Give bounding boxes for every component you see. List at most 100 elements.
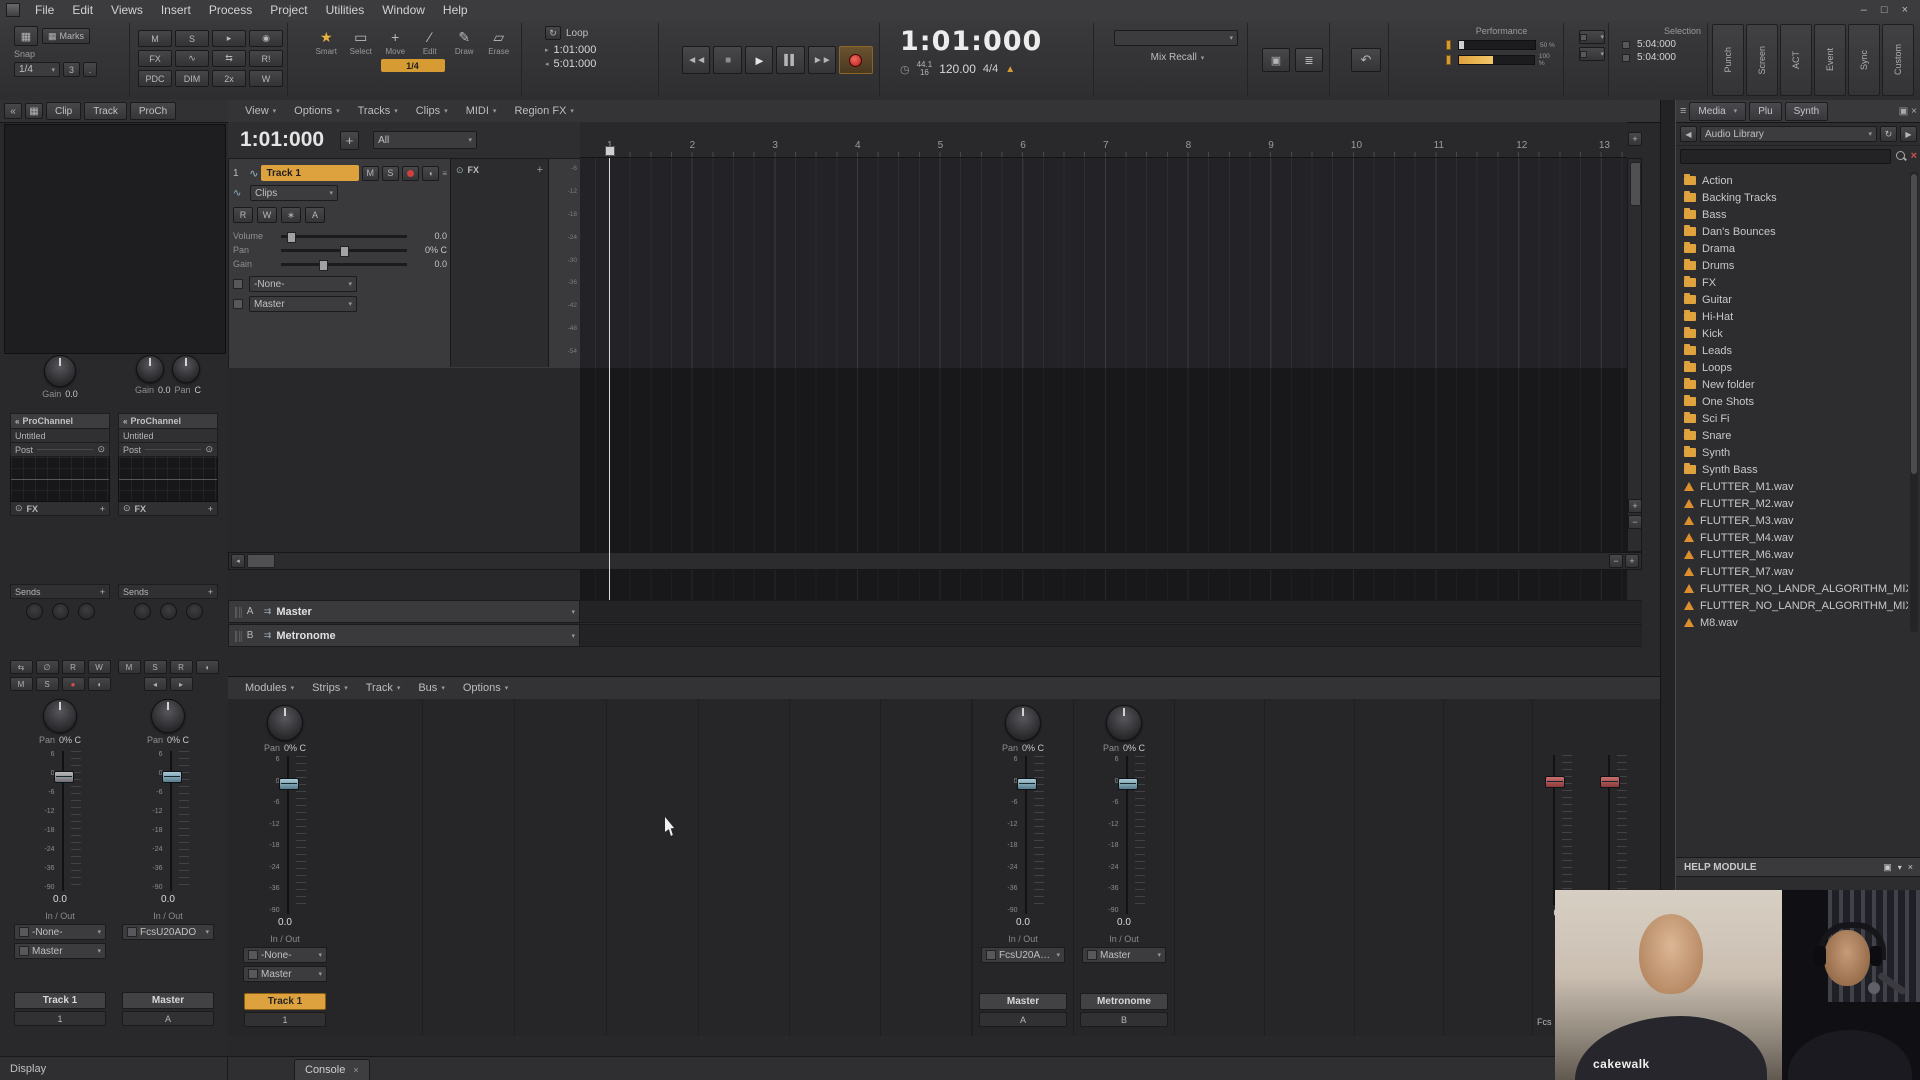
- add-fx-icon[interactable]: +: [100, 504, 105, 514]
- tool-button[interactable]: ∕ Edit: [414, 26, 447, 56]
- strip-button[interactable]: R: [62, 660, 85, 674]
- refresh-icon[interactable]: ↻: [1880, 126, 1897, 142]
- volume-fader[interactable]: [166, 751, 176, 891]
- power-icon[interactable]: ⊙: [15, 503, 23, 514]
- trackview-menu[interactable]: View▾: [236, 100, 285, 122]
- audio-file-item[interactable]: FLUTTER_M7.wav: [1676, 563, 1908, 580]
- tab-synth[interactable]: Synth: [1785, 102, 1829, 121]
- mix-module-button[interactable]: ⇆: [212, 50, 246, 67]
- folder-item[interactable]: Hi-Hat: [1676, 308, 1908, 325]
- bus-drag-handle[interactable]: ║║: [233, 631, 242, 641]
- folder-item[interactable]: One Shots: [1676, 393, 1908, 410]
- add-send-icon[interactable]: +: [208, 587, 213, 597]
- scroll-left-icon[interactable]: ◂: [231, 554, 245, 568]
- send-knob[interactable]: [52, 603, 69, 620]
- volume-fader[interactable]: [58, 751, 68, 891]
- mix-module-button[interactable]: DIM: [175, 70, 209, 87]
- mix-module-button[interactable]: R!: [249, 50, 283, 67]
- search-input[interactable]: [1680, 149, 1891, 164]
- folder-item[interactable]: Synth: [1676, 444, 1908, 461]
- trackview-menu[interactable]: Clips▾: [407, 100, 457, 122]
- pan-knob[interactable]: [151, 699, 185, 733]
- folder-item[interactable]: Loops: [1676, 359, 1908, 376]
- window-control-button[interactable]: –: [1861, 4, 1867, 16]
- close-browser-icon[interactable]: ×: [1911, 106, 1917, 117]
- pan-knob[interactable]: [43, 699, 77, 733]
- ruler-add-icon[interactable]: +: [1628, 132, 1642, 146]
- zoom-in-icon[interactable]: +: [1625, 554, 1639, 568]
- prochannel-header[interactable]: «ProChannel: [10, 413, 110, 429]
- sends-row[interactable]: Sends+: [118, 584, 218, 599]
- pause-button[interactable]: ▌▌: [776, 46, 804, 74]
- loop-end-icon[interactable]: ◂: [545, 60, 549, 68]
- audio-file-item[interactable]: FLUTTER_M1.wav: [1676, 478, 1908, 495]
- trackview-menu[interactable]: Tracks▾: [349, 100, 407, 122]
- strip-button[interactable]: ◂: [144, 677, 167, 691]
- add-track-button[interactable]: +: [340, 131, 359, 150]
- folder-item[interactable]: Sci Fi: [1676, 410, 1908, 427]
- strip-button[interactable]: ●: [62, 677, 85, 691]
- menu-item[interactable]: Edit: [63, 1, 102, 19]
- folder-item[interactable]: Kick: [1676, 325, 1908, 342]
- marker-prev-button[interactable]: ▾: [1579, 30, 1605, 44]
- output-selector[interactable]: FcsU20ADO▾: [122, 924, 214, 940]
- strip-button[interactable]: ◖: [196, 660, 219, 674]
- volume-slider[interactable]: [281, 235, 407, 238]
- scrollbar-thumb[interactable]: [1911, 174, 1917, 474]
- automation-button[interactable]: A: [305, 207, 325, 223]
- folder-item[interactable]: Action: [1676, 172, 1908, 189]
- browser-menu-icon[interactable]: ≡: [1680, 105, 1686, 117]
- folder-item[interactable]: Bass: [1676, 206, 1908, 223]
- eq-graph[interactable]: [118, 457, 218, 502]
- power-icon[interactable]: ⊙: [205, 444, 213, 455]
- console-menu[interactable]: Options▾: [454, 677, 517, 699]
- folder-item[interactable]: Leads: [1676, 342, 1908, 359]
- track-filter-selector[interactable]: All▾: [373, 131, 477, 149]
- now-time-marker[interactable]: [605, 146, 615, 156]
- close-help-icon[interactable]: ×: [1908, 862, 1913, 872]
- time-ruler[interactable]: 12345678910111213: [580, 122, 1627, 158]
- fx-bin[interactable]: ⊙ FX +: [450, 159, 549, 367]
- stop-button[interactable]: ■: [713, 46, 741, 74]
- tab-track[interactable]: Track: [84, 102, 127, 120]
- dock-panel-icon[interactable]: ▣: [1883, 862, 1892, 873]
- window-control-button[interactable]: □: [1881, 4, 1888, 16]
- strip-button[interactable]: S: [144, 660, 167, 674]
- mix-module-button[interactable]: FX: [138, 50, 172, 67]
- mix-layers-icon[interactable]: ≣: [1295, 48, 1323, 72]
- mix-module-button[interactable]: M: [138, 30, 172, 47]
- pan-knob[interactable]: [1005, 705, 1041, 741]
- audio-file-item[interactable]: FLUTTER_M2.wav: [1676, 495, 1908, 512]
- add-fx-icon[interactable]: +: [208, 504, 213, 514]
- prochannel-header[interactable]: «ProChannel: [118, 413, 218, 429]
- browser-scrollbar[interactable]: [1910, 172, 1918, 632]
- menu-item[interactable]: Insert: [152, 1, 200, 19]
- mix-module-button[interactable]: ∿: [175, 50, 209, 67]
- fx-rack-row[interactable]: ⊙FX+: [10, 502, 110, 516]
- hardware-fader[interactable]: [1604, 755, 1614, 905]
- gain-slider[interactable]: [281, 263, 407, 266]
- tool-button[interactable]: ✎ Draw: [448, 26, 481, 56]
- sends-row[interactable]: Sends+: [10, 584, 110, 599]
- mix-module-button[interactable]: ▸: [212, 30, 246, 47]
- menu-item[interactable]: Views: [102, 1, 152, 19]
- power-icon[interactable]: ⊙: [97, 444, 105, 455]
- selection-start-time[interactable]: 5:04:000: [1637, 39, 1676, 50]
- track-collapse-icon[interactable]: ≡: [442, 169, 447, 178]
- tool-button[interactable]: ★ Smart: [310, 26, 343, 56]
- folder-item[interactable]: New folder: [1676, 376, 1908, 393]
- pan-knob[interactable]: [1106, 705, 1142, 741]
- power-icon[interactable]: ⊙: [123, 503, 131, 514]
- eq-graph[interactable]: [10, 457, 110, 502]
- loop-icon[interactable]: ↻: [545, 26, 561, 40]
- audio-file-item[interactable]: FLUTTER_M6.wav: [1676, 546, 1908, 563]
- loop-start-icon[interactable]: ▸: [545, 46, 549, 54]
- snap-dot-button[interactable]: .: [83, 62, 97, 77]
- console-menu[interactable]: Modules▾: [236, 677, 303, 699]
- audio-file-item[interactable]: FLUTTER_NO_LANDR_ALGORITHM_MIX: [1676, 597, 1908, 614]
- automation-button[interactable]: R: [233, 207, 253, 223]
- audio-file-item[interactable]: M8.wav: [1676, 614, 1908, 631]
- prochannel-post-row[interactable]: Post⊙: [10, 443, 110, 457]
- add-send-icon[interactable]: +: [100, 587, 105, 597]
- dock-panel-icon[interactable]: ▣: [1899, 106, 1908, 117]
